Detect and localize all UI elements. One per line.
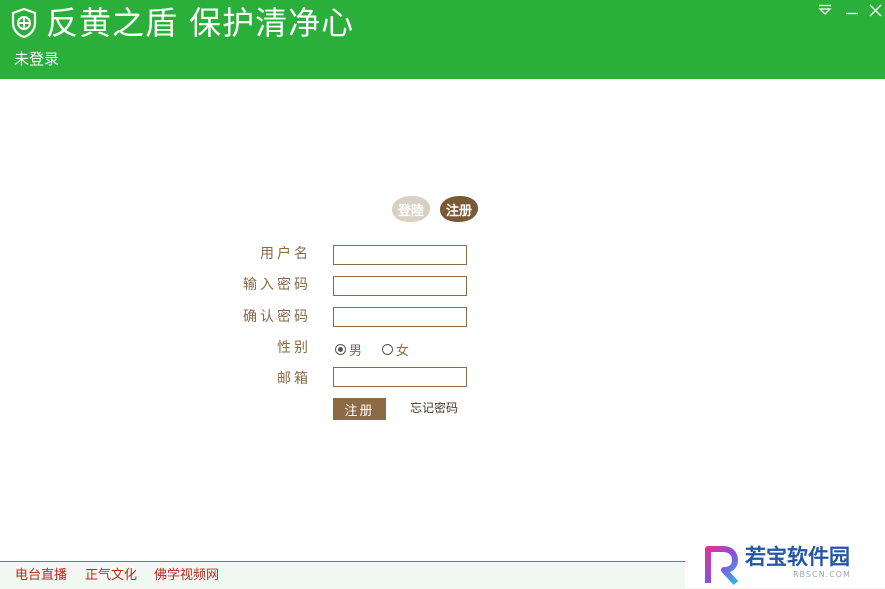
watermark-text: 若宝软件园 [745, 545, 850, 569]
confirm-password-field[interactable] [333, 307, 467, 327]
title-bar: 反黄之盾 保护清净心 未登录 [0, 0, 885, 79]
tab-register[interactable]: 注册 [440, 196, 478, 222]
menu-icon[interactable] [815, 1, 835, 19]
minimize-icon[interactable] [842, 1, 862, 19]
gender-radio-male[interactable]: 男 [335, 340, 362, 359]
login-status: 未登录 [14, 50, 60, 68]
tab-login[interactable]: 登陸 [392, 196, 430, 222]
forgot-password-link[interactable]: 忘记密码 [410, 399, 458, 417]
gender-radio-group: 男 女 [335, 340, 409, 359]
footer-link-radio-live[interactable]: 电台直播 [15, 568, 67, 584]
email-field[interactable] [333, 367, 467, 387]
gender-label: 性别 [277, 340, 311, 356]
gender-radio-female[interactable]: 女 [382, 340, 409, 359]
password-field[interactable] [333, 276, 467, 296]
close-icon[interactable] [865, 1, 885, 19]
radio-checked-icon [335, 344, 346, 355]
app-title: 反黄之盾 保护清净心 [46, 4, 355, 42]
footer-link-culture[interactable]: 正气文化 [85, 568, 137, 584]
email-label: 邮箱 [277, 371, 311, 387]
footer-link-buddhist-video[interactable]: 佛学视频网 [154, 568, 219, 584]
radio-unchecked-icon [382, 344, 394, 355]
username-field[interactable] [333, 245, 467, 265]
shield-logo-icon [11, 7, 37, 39]
gender-option-female: 女 [396, 344, 410, 359]
auth-tabs: 登陸 注册 [392, 196, 480, 222]
watermark: 若宝软件园 RBSCN.COM [685, 539, 885, 588]
username-label: 用户名 [260, 246, 311, 262]
password-label: 输入密码 [243, 277, 311, 293]
gender-option-male: 男 [349, 344, 363, 359]
confirm-password-label: 确认密码 [243, 309, 311, 325]
watermark-subtext: RBSCN.COM [793, 570, 851, 579]
watermark-logo-icon [705, 546, 739, 585]
register-button[interactable]: 注册 [333, 398, 386, 420]
